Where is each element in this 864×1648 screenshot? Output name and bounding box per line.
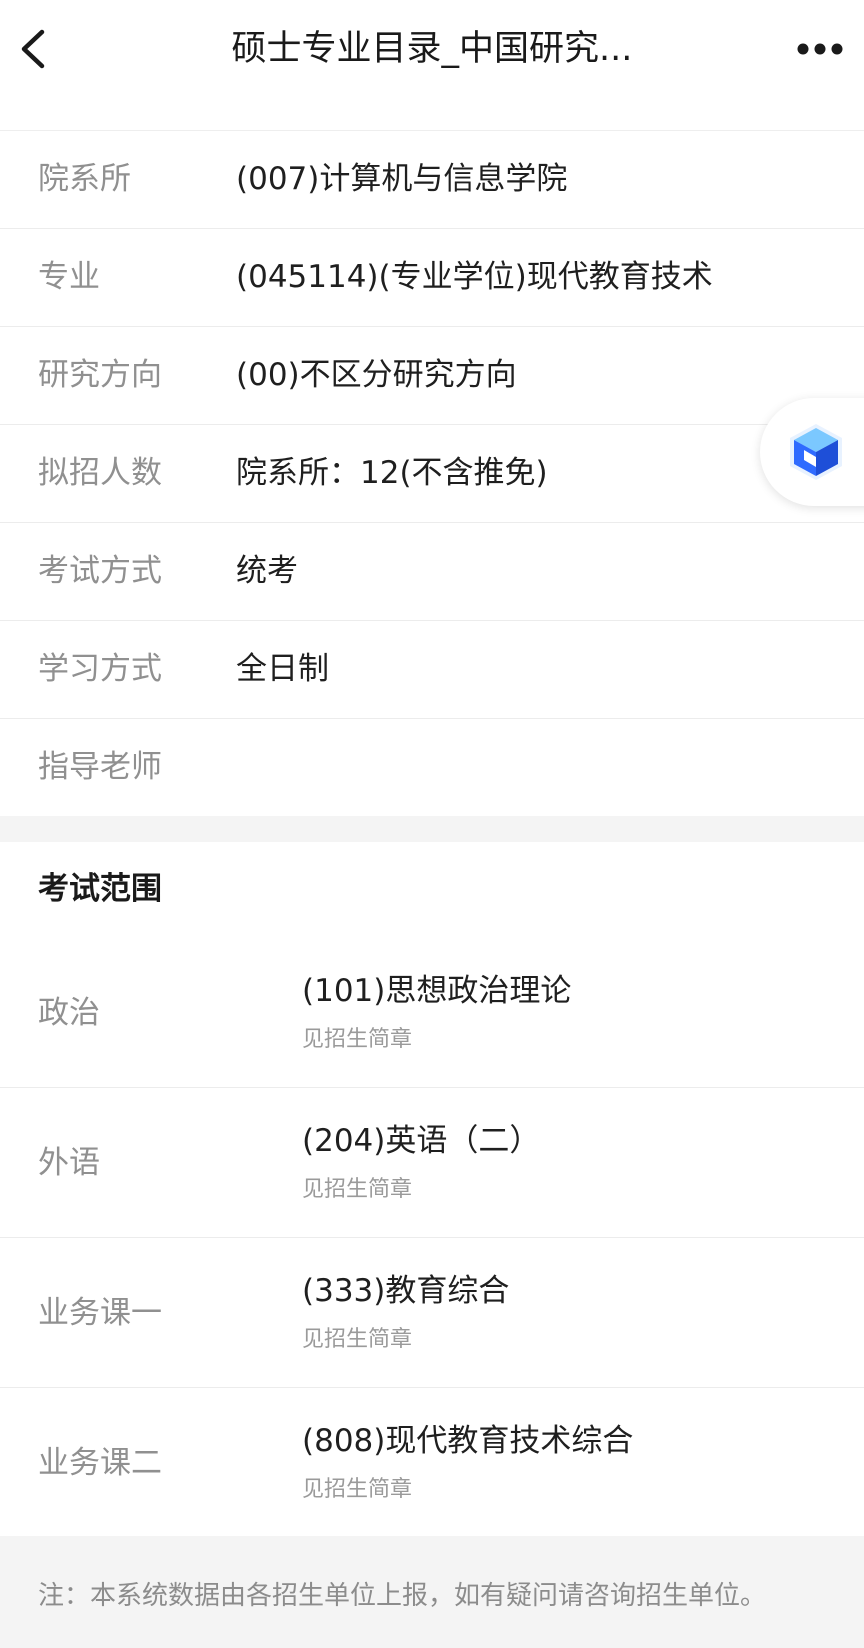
info-row-exam-method: 考试方式 统考 [0,523,864,621]
info-label: 研究方向 [38,357,162,393]
exam-note: 见招生简章 [302,1027,413,1052]
back-button[interactable] [14,26,54,72]
info-value: (007)计算机与信息学院 [236,161,568,197]
exam-row-course-two: 业务课二 (808)现代教育技术综合 见招生简章 [0,1388,864,1537]
exam-row-foreign-language: 外语 (204)英语（二） 见招生简章 [0,1088,864,1238]
more-button[interactable] [796,36,844,62]
exam-row-politics: 政治 (101)思想政治理论 见招生简章 [0,938,864,1088]
page-title: 硕士专业目录_中国研究... [231,29,633,69]
info-label: 指导老师 [38,749,162,785]
exam-note: 见招生简章 [302,1177,413,1202]
info-row-enrollment: 拟招人数 院系所：12(不含推免) [0,425,864,523]
exam-scope-title: 考试范围 [38,871,162,907]
navigation-bar: 硕士专业目录_中国研究... [0,0,864,100]
program-info-list: 院系所 (007)计算机与信息学院 专业 (045114)(专业学位)现代教育技… [0,131,864,817]
footer: 注：本系统数据由各招生单位上报，如有疑问请咨询招生单位。 [0,1536,864,1648]
info-value: (045114)(专业学位)现代教育技术 [236,259,713,295]
floating-assistant-button[interactable] [760,398,864,506]
exam-label: 业务课二 [38,1445,162,1481]
info-value: 全日制 [236,651,329,687]
info-row-research-direction: 研究方向 (00)不区分研究方向 [0,327,864,425]
exam-row-course-one: 业务课一 (333)教育综合 见招生简章 [0,1238,864,1388]
section-separator [0,816,864,842]
exam-label: 外语 [38,1145,100,1181]
info-row-department: 院系所 (007)计算机与信息学院 [0,131,864,229]
more-dots-icon [797,43,843,55]
exam-note: 见招生简章 [302,1327,413,1352]
info-label: 专业 [38,259,100,295]
cube-logo-icon [790,424,842,480]
exam-label: 政治 [38,995,100,1031]
info-label: 拟招人数 [38,455,162,491]
exam-scope-list: 政治 (101)思想政治理论 见招生简章 外语 (204)英语（二） 见招生简章… [0,938,864,1537]
exam-label: 业务课一 [38,1295,162,1331]
back-arrow-icon [21,29,45,69]
info-row-advisor: 指导老师 [0,719,864,817]
info-value: 院系所：12(不含推免) [236,455,548,491]
exam-subject: (333)教育综合 [302,1273,510,1309]
info-value: 统考 [236,553,298,589]
info-label: 院系所 [38,161,131,197]
info-row-major: 专业 (045114)(专业学位)现代教育技术 [0,229,864,327]
info-label: 学习方式 [38,651,162,687]
exam-subject: (808)现代教育技术综合 [302,1423,634,1459]
info-value: (00)不区分研究方向 [236,357,517,393]
info-label: 考试方式 [38,553,162,589]
exam-subject: (204)英语（二） [302,1123,541,1159]
exam-subject: (101)思想政治理论 [302,973,572,1009]
footer-note: 注：本系统数据由各招生单位上报，如有疑问请咨询招生单位。 [38,1581,767,1611]
info-row-study-mode: 学习方式 全日制 [0,621,864,719]
exam-note: 见招生简章 [302,1477,413,1502]
